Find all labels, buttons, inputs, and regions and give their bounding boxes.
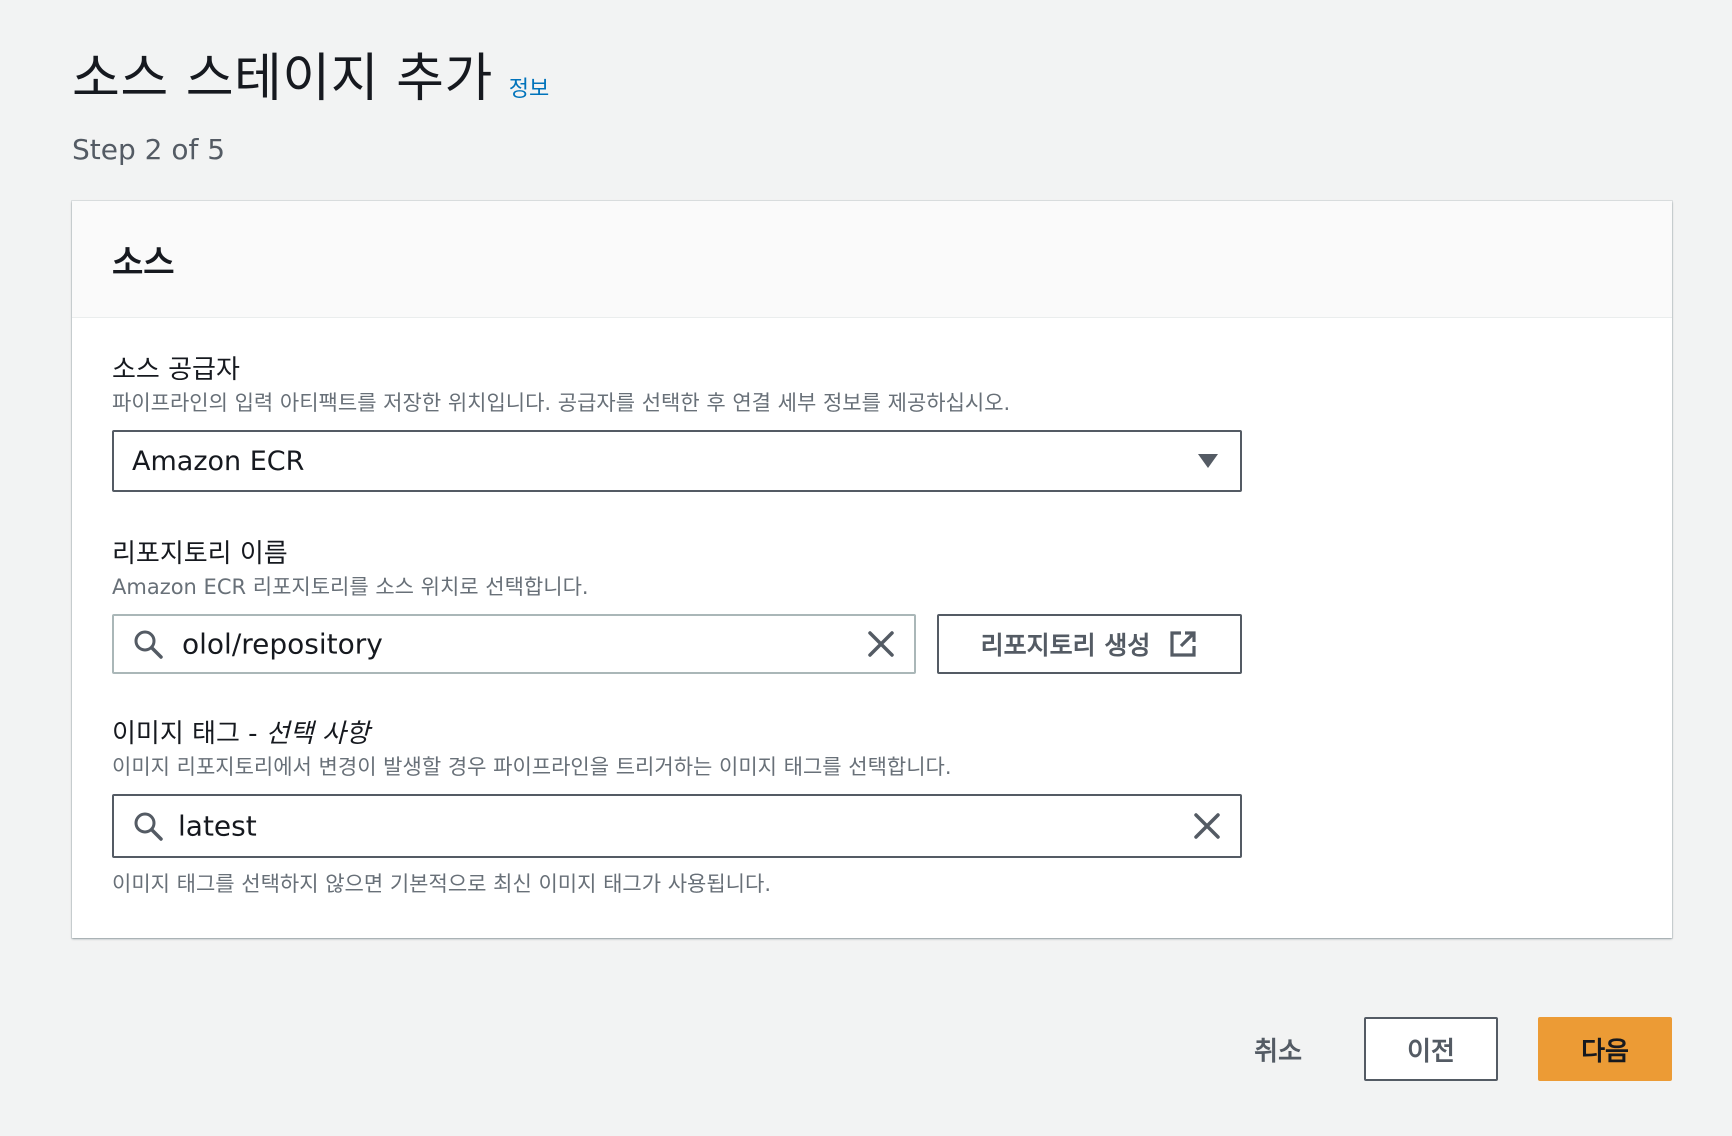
image-tag-label-text: 이미지 태그 - bbox=[112, 719, 266, 749]
image-tag-value: latest bbox=[178, 809, 257, 843]
source-provider-field: 소스 공급자 파이프라인의 입력 아티팩트를 저장한 위치입니다. 공급자를 선… bbox=[112, 353, 1010, 417]
close-icon[interactable] bbox=[1192, 811, 1222, 841]
repository-label: 리포지토리 이름 bbox=[112, 539, 288, 569]
page-header: 소스 스테이지 추가 정보 Step 2 of 5 bbox=[72, 36, 549, 166]
image-tag-field: 이미지 태그 - 선택 사항 이미지 리포지토리에서 변경이 발생할 경우 파이… bbox=[112, 717, 952, 781]
image-tag-description: 이미지 리포지토리에서 변경이 발생할 경우 파이프라인을 트리거하는 이미지 … bbox=[112, 755, 952, 779]
external-link-icon bbox=[1170, 631, 1196, 657]
image-tag-search-input[interactable]: latest bbox=[112, 794, 1242, 858]
source-provider-description: 파이프라인의 입력 아티팩트를 저장한 위치입니다. 공급자를 선택한 후 연결… bbox=[112, 391, 1011, 415]
search-icon bbox=[134, 812, 163, 841]
close-icon[interactable] bbox=[866, 629, 896, 659]
image-tag-label: 이미지 태그 - 선택 사항 bbox=[112, 717, 952, 751]
panel-header: 소스 bbox=[72, 201, 1672, 318]
next-button-label: 다음 bbox=[1581, 1036, 1629, 1067]
image-tag-hint: 이미지 태그를 선택하지 않으면 기본적으로 최신 이미지 태그가 사용됩니다. bbox=[112, 872, 771, 896]
previous-button[interactable]: 이전 bbox=[1364, 1017, 1498, 1081]
search-icon bbox=[134, 630, 163, 659]
previous-button-label: 이전 bbox=[1407, 1036, 1455, 1067]
footer-actions: 취소 이전 다음 bbox=[1254, 1017, 1672, 1081]
page-title: 소스 스테이지 추가 bbox=[72, 49, 493, 109]
panel-title: 소스 bbox=[112, 242, 175, 283]
cancel-button[interactable]: 취소 bbox=[1254, 1031, 1302, 1068]
repository-value: olol/repository bbox=[182, 627, 383, 661]
source-provider-label: 소스 공급자 bbox=[112, 355, 240, 385]
source-panel: 소스 소스 공급자 파이프라인의 입력 아티팩트를 저장한 위치입니다. 공급자… bbox=[72, 201, 1672, 938]
caret-down-icon bbox=[1198, 454, 1218, 468]
source-provider-value: Amazon ECR bbox=[132, 445, 305, 477]
next-button[interactable]: 다음 bbox=[1538, 1017, 1672, 1081]
source-provider-select[interactable]: Amazon ECR bbox=[112, 430, 1242, 492]
repository-search-input[interactable]: olol/repository bbox=[112, 614, 916, 674]
info-link[interactable]: 정보 bbox=[509, 71, 549, 103]
create-repository-label: 리포지토리 생성 bbox=[980, 631, 1151, 660]
create-repository-button[interactable]: 리포지토리 생성 bbox=[937, 614, 1242, 674]
repository-description: Amazon ECR 리포지토리를 소스 위치로 선택합니다. bbox=[112, 575, 589, 599]
repository-field: 리포지토리 이름 Amazon ECR 리포지토리를 소스 위치로 선택합니다. bbox=[112, 537, 589, 601]
title-row: 소스 스테이지 추가 정보 bbox=[72, 36, 549, 111]
image-tag-optional: 선택 사항 bbox=[265, 719, 370, 749]
step-indicator: Step 2 of 5 bbox=[72, 133, 226, 166]
